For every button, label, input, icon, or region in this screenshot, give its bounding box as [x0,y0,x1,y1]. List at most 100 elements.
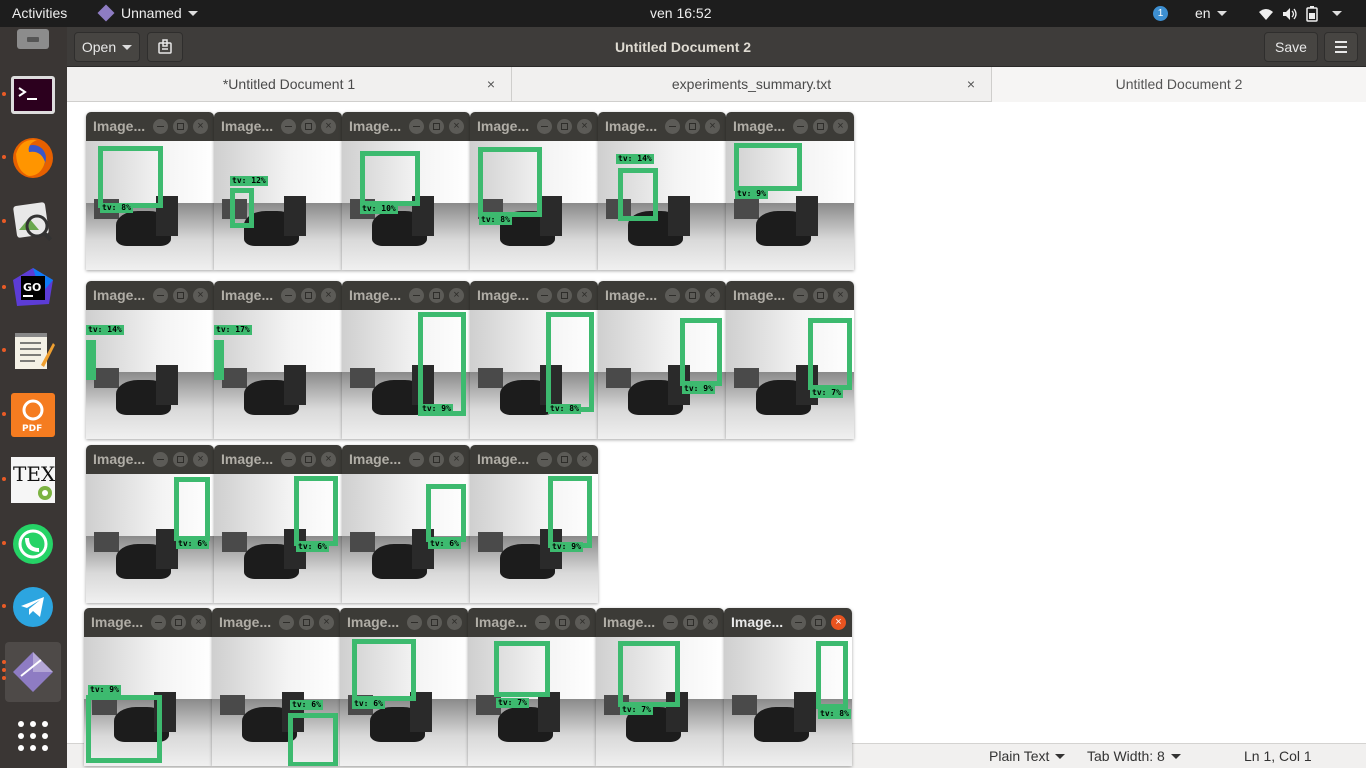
maximize-icon[interactable] [685,119,700,134]
image-window[interactable]: Image... × tv: 14% [86,281,214,439]
close-icon[interactable]: × [321,288,336,303]
maximize-icon[interactable] [173,119,188,134]
telegram-launcher[interactable] [2,584,56,630]
minimize-icon[interactable] [409,452,424,467]
image-window[interactable]: Image... × tv: 7% [468,608,596,766]
minimize-icon[interactable] [665,288,680,303]
maximize-icon[interactable] [299,615,314,630]
close-icon[interactable]: × [833,119,848,134]
maximize-icon[interactable] [301,288,316,303]
minimize-icon[interactable] [791,615,806,630]
maximize-icon[interactable] [173,452,188,467]
minimize-icon[interactable] [537,119,552,134]
image-window[interactable]: Image... × tv: 6% [86,445,214,603]
close-icon[interactable]: × [703,615,718,630]
maximize-icon[interactable] [173,288,188,303]
close-icon[interactable]: × [705,288,720,303]
image-window[interactable]: Image... × tv: 12% [214,112,342,270]
minimize-icon[interactable] [793,119,808,134]
language-menu[interactable]: en [1195,0,1227,27]
image-window[interactable]: Image... × tv: 9% [598,281,726,439]
text-editor-launcher[interactable] [2,328,56,374]
whatsapp-launcher[interactable] [2,521,56,567]
minimize-icon[interactable] [153,119,168,134]
image-window[interactable]: Image... × tv: 7% [726,281,854,439]
close-icon[interactable]: × [577,288,592,303]
image-viewer-launcher[interactable] [2,199,56,245]
minimize-icon[interactable] [281,452,296,467]
close-icon[interactable]: × [321,452,336,467]
maximize-icon[interactable] [429,452,444,467]
app-menu[interactable]: Unnamed [97,0,198,27]
maximize-icon[interactable] [301,119,316,134]
minimize-icon[interactable] [153,288,168,303]
image-window[interactable]: Image... × tv: 17% [214,281,342,439]
minimize-icon[interactable] [409,119,424,134]
maximize-icon[interactable] [557,288,572,303]
maximize-icon[interactable] [685,288,700,303]
maximize-icon[interactable] [171,615,186,630]
maximize-icon[interactable] [555,615,570,630]
image-window[interactable]: Image... × tv: 9% [342,281,470,439]
maximize-icon[interactable] [427,615,442,630]
close-icon[interactable]: × [321,119,336,134]
save-button[interactable]: Save [1264,32,1318,62]
close-icon[interactable]: × [833,288,848,303]
minimize-icon[interactable] [537,452,552,467]
pdf-editor-launcher[interactable]: PDF [2,392,56,438]
notification-badge[interactable]: 1 [1153,6,1168,21]
close-icon[interactable]: × [575,615,590,630]
close-icon[interactable]: × [449,288,464,303]
maximize-icon[interactable] [811,615,826,630]
tab-width-selector[interactable]: Tab Width: 8 [1087,744,1181,768]
close-icon[interactable]: × [705,119,720,134]
image-window[interactable]: Image... × tv: 8% [470,281,598,439]
close-icon[interactable]: × [191,615,206,630]
image-window[interactable]: Image... × tv: 9% [726,112,854,270]
maximize-icon[interactable] [301,452,316,467]
unnamed-app-launcher[interactable] [2,642,61,702]
minimize-icon[interactable] [281,288,296,303]
activities-button[interactable]: Activities [12,0,67,27]
image-window[interactable]: Image... × tv: 8% [724,608,852,766]
image-window[interactable]: Image... × tv: 8% [86,112,214,270]
image-window[interactable]: Image... × tv: 6% [212,608,340,766]
image-window[interactable]: Image... × tv: 14% [598,112,726,270]
show-applications-button[interactable] [10,713,56,759]
maximize-icon[interactable] [557,119,572,134]
close-icon[interactable]: × [193,288,208,303]
image-window[interactable]: Image... × tv: 9% [84,608,212,766]
close-icon[interactable]: × [193,119,208,134]
close-icon[interactable]: × [193,452,208,467]
language-selector[interactable]: Plain Text [989,744,1066,768]
maximize-icon[interactable] [429,119,444,134]
tab-experiments-summary[interactable]: experiments_summary.txt × [512,67,992,102]
minimize-icon[interactable] [153,452,168,467]
close-icon[interactable]: × [447,615,462,630]
texstudio-launcher[interactable]: TEX [2,457,56,503]
system-menu[interactable] [1258,0,1342,27]
hamburger-menu-button[interactable] [1324,32,1358,62]
close-icon[interactable]: × [831,615,846,630]
close-icon[interactable]: × [319,615,334,630]
terminal-launcher[interactable] [2,72,56,118]
minimize-icon[interactable] [279,615,294,630]
minimize-icon[interactable] [793,288,808,303]
tab-close-icon[interactable]: × [967,67,975,102]
maximize-icon[interactable] [813,288,828,303]
maximize-icon[interactable] [557,452,572,467]
maximize-icon[interactable] [429,288,444,303]
image-window[interactable]: Image... × tv: 9% [470,445,598,603]
tab-untitled-document-1[interactable]: *Untitled Document 1 × [67,67,512,102]
minimize-icon[interactable] [281,119,296,134]
image-window[interactable]: Image... × tv: 6% [340,608,468,766]
close-icon[interactable]: × [449,452,464,467]
minimize-icon[interactable] [151,615,166,630]
maximize-icon[interactable] [813,119,828,134]
image-window[interactable]: Image... × tv: 8% [470,112,598,270]
tab-untitled-document-2[interactable]: Untitled Document 2 [992,67,1366,102]
minimize-icon[interactable] [535,615,550,630]
image-window[interactable]: Image... × tv: 7% [596,608,724,766]
minimize-icon[interactable] [663,615,678,630]
image-window[interactable]: Image... × tv: 10% [342,112,470,270]
